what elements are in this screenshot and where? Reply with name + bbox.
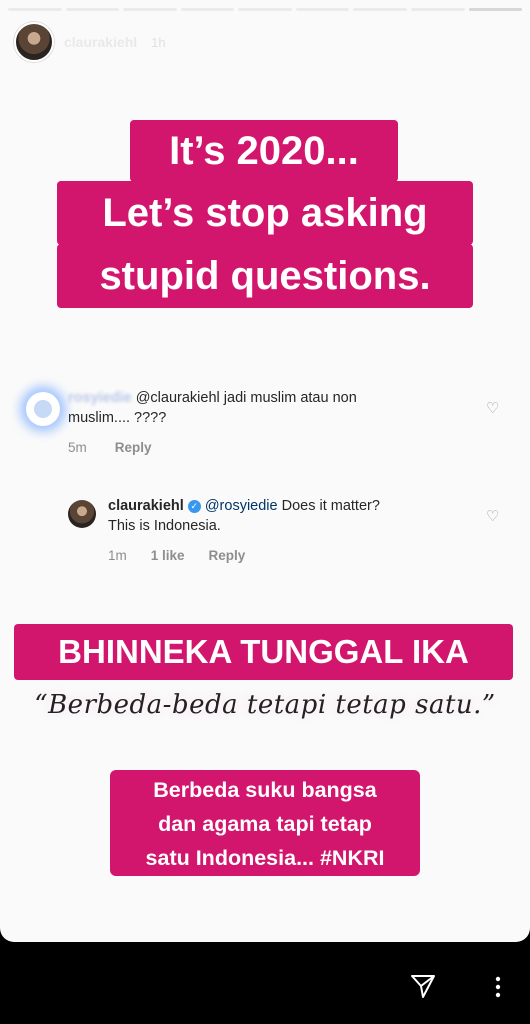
story-username[interactable]: claurakiehl bbox=[64, 34, 137, 50]
reply-body-1: Does it matter? bbox=[277, 498, 380, 514]
script-quote: “Berbeda-beda tetapi tetap satu.” bbox=[34, 690, 496, 720]
reply-time: 1m bbox=[108, 548, 127, 563]
progress-segment bbox=[410, 8, 465, 11]
progress-segment bbox=[353, 8, 407, 11]
reply-username[interactable]: claurakiehl bbox=[108, 498, 184, 514]
comment-username-blurred[interactable]: rosyiedie bbox=[68, 390, 132, 406]
reply-body-2: This is Indonesia. bbox=[108, 518, 221, 534]
reply-button[interactable]: Reply bbox=[209, 548, 246, 563]
comment-body-2: muslim.... ???? bbox=[68, 410, 167, 426]
progress-segment bbox=[65, 8, 120, 11]
reply-mention[interactable]: @rosyiedie bbox=[205, 498, 278, 514]
banner-title: BHINNEKA TUNGGAL IKA bbox=[14, 624, 513, 680]
more-vertical-icon[interactable] bbox=[488, 975, 508, 999]
heart-icon[interactable]: ♡ bbox=[486, 509, 500, 524]
footer-line-3: satu Indonesia... #NKRI bbox=[145, 846, 385, 870]
comment-body-1: jadi muslim atau non bbox=[219, 390, 357, 406]
progress-segment bbox=[238, 8, 292, 11]
profile-avatar[interactable] bbox=[14, 22, 54, 62]
caption-line-1: It’s 2020... bbox=[130, 120, 398, 182]
comment-text: rosyiedie @claurakiehl jadi muslim atau … bbox=[68, 388, 476, 428]
comment-mention[interactable]: @claurakiehl bbox=[136, 390, 220, 406]
comment-question: rosyiedie @claurakiehl jadi muslim atau … bbox=[20, 388, 510, 455]
caption-line-3: stupid questions. bbox=[57, 244, 473, 308]
progress-segment bbox=[123, 8, 177, 11]
banner-footer: Berbeda suku bangsa dan agama tapi tetap… bbox=[110, 770, 420, 876]
progress-segment bbox=[8, 8, 62, 11]
story-bottom-bar bbox=[0, 942, 530, 1024]
story-time: 1h bbox=[151, 34, 166, 50]
progress-segment-current bbox=[468, 8, 523, 11]
heart-icon[interactable]: ♡ bbox=[486, 401, 500, 416]
comment-time: 5m bbox=[68, 440, 87, 455]
send-icon[interactable] bbox=[410, 973, 436, 999]
story-frame: claurakiehl 1h It’s 2020... Let’s stop a… bbox=[0, 0, 530, 942]
comment-reply: claurakiehl ✓ @rosyiedie Does it matter?… bbox=[68, 496, 510, 563]
reply-likes[interactable]: 1 like bbox=[151, 548, 185, 563]
commenter-avatar bbox=[26, 392, 60, 426]
reply-avatar bbox=[68, 500, 96, 528]
progress-segment bbox=[295, 8, 350, 11]
progress-segment bbox=[180, 8, 235, 11]
reply-button[interactable]: Reply bbox=[115, 440, 152, 455]
story-progress-bar bbox=[8, 8, 523, 11]
comment-meta: 5m Reply bbox=[68, 440, 510, 455]
caption-line-2: Let’s stop asking bbox=[57, 181, 473, 245]
reply-meta: 1m 1 like Reply bbox=[108, 548, 510, 563]
verified-badge-icon: ✓ bbox=[187, 500, 201, 513]
reply-text: claurakiehl ✓ @rosyiedie Does it matter?… bbox=[108, 496, 476, 536]
story-header: claurakiehl 1h bbox=[14, 22, 166, 62]
footer-line-2: dan agama tapi tetap bbox=[158, 812, 372, 836]
footer-line-1: Berbeda suku bangsa bbox=[153, 778, 377, 802]
